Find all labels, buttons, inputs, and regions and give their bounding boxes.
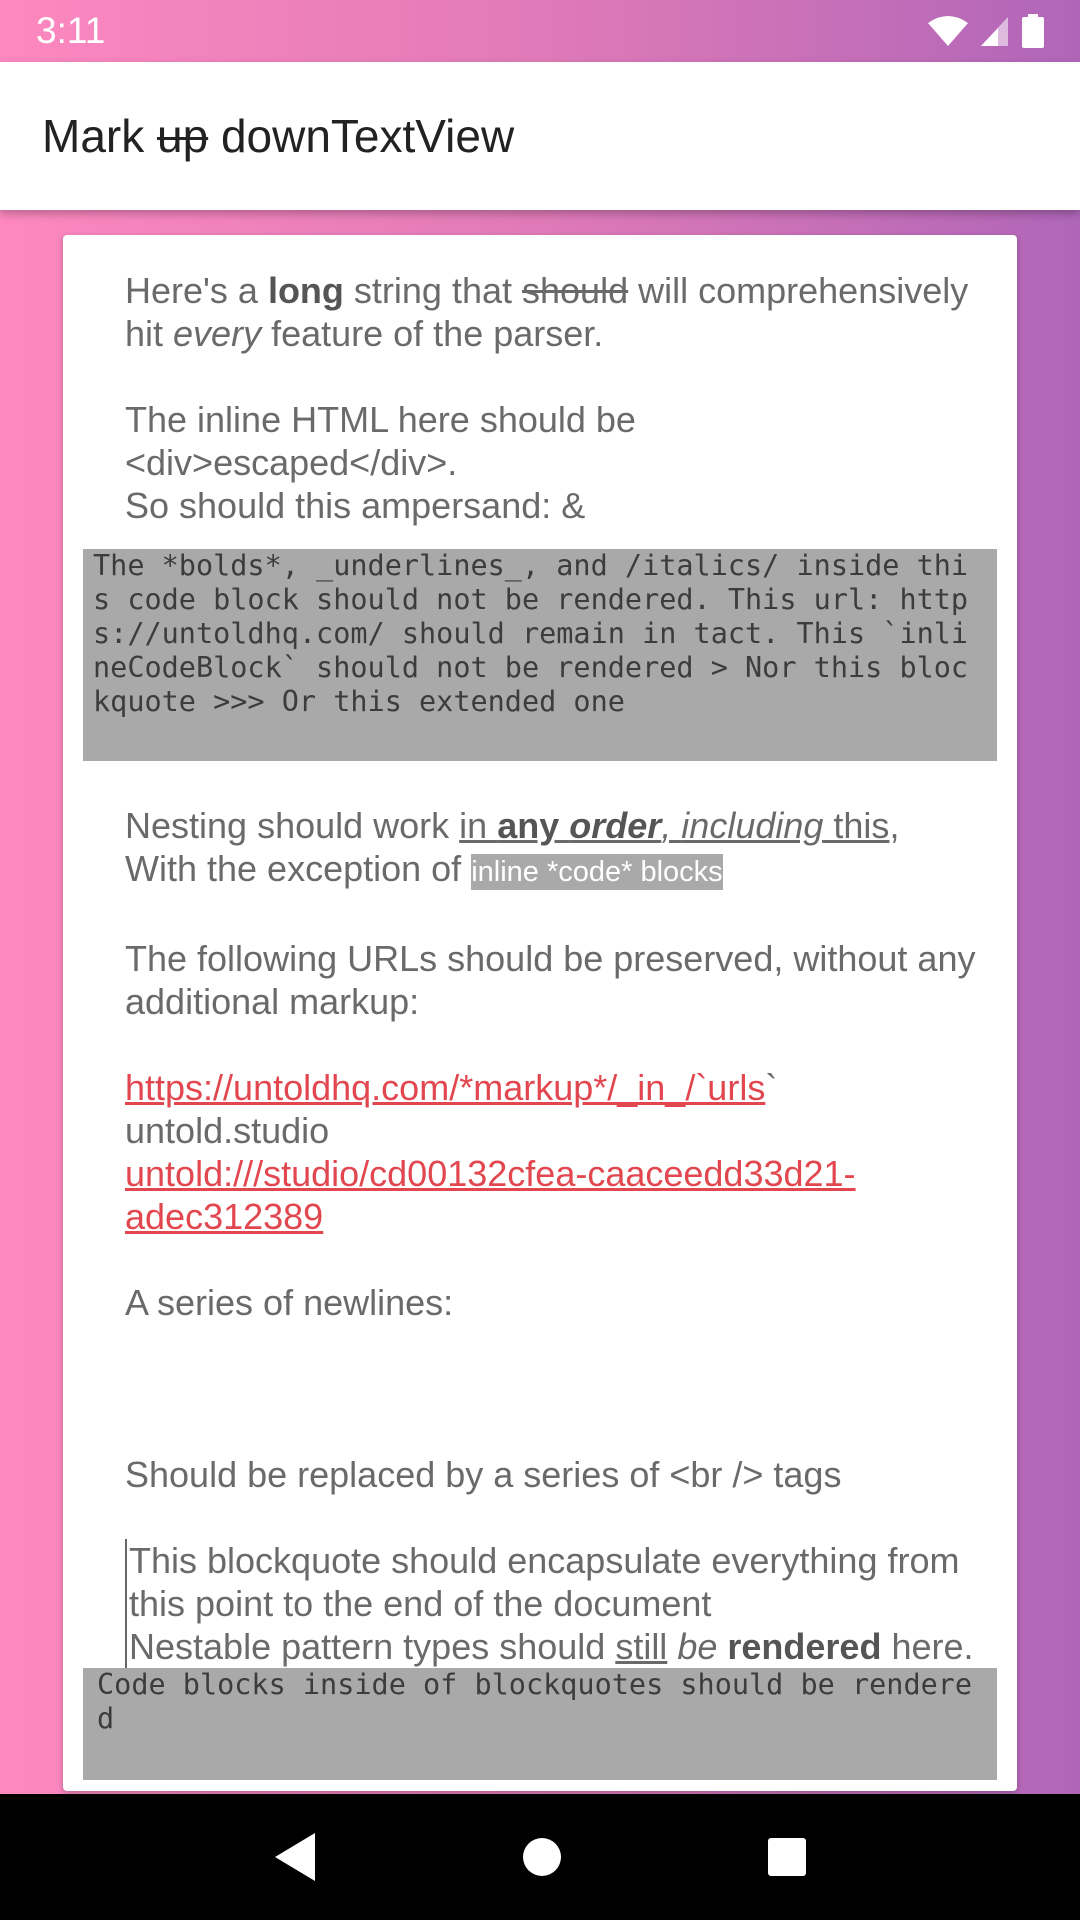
recents-icon[interactable] — [765, 1835, 809, 1879]
app-title-struck: up — [157, 110, 209, 162]
url-link-untoldhq[interactable]: https://untoldhq.com/*markup*/_in_/`urls — [125, 1067, 765, 1108]
url-text-untold-studio: untold.studio — [125, 1110, 330, 1151]
bold-italic-text: order — [569, 805, 662, 846]
status-time: 3:11 — [36, 10, 106, 51]
italic-text: , — [661, 805, 682, 846]
paragraph-newlines: A series of newlines: — [125, 1282, 454, 1323]
blockquote: This blockquote should encapsulate every… — [83, 1539, 997, 1780]
url-link-untold-studio-cont[interactable]: adec312389 — [125, 1196, 323, 1237]
paragraph-br-tags: Should be replaced by a series of <br />… — [125, 1454, 842, 1495]
italic-text: be — [677, 1626, 718, 1667]
text: here. — [881, 1626, 974, 1667]
underlined-span: in any order, including this — [459, 805, 889, 846]
paragraph-intro: Here's a long string that should will co… — [83, 269, 997, 355]
italic-text: including — [681, 805, 824, 846]
blockquote-text: This blockquote should encapsulate every… — [129, 1540, 960, 1624]
text: Nesting should work — [125, 805, 460, 846]
app-bar: Mark up downTextView — [0, 62, 1080, 210]
markdown-content: Here's a long string that should will co… — [63, 235, 1017, 1780]
home-icon[interactable] — [520, 1835, 564, 1879]
status-icons — [928, 14, 1044, 48]
bold-text: rendered — [727, 1626, 882, 1667]
text: Here's a — [125, 270, 268, 311]
code-block: The *bolds*, _underlines_, and /italics/… — [83, 549, 997, 761]
url-link-untold-studio[interactable]: untold:///studio/cd00132cfea-caaceedd33d… — [125, 1153, 856, 1194]
underlined-text: still — [615, 1626, 668, 1667]
text: So should this ampersand: & — [125, 485, 586, 526]
text: feature of the parser. — [261, 313, 604, 354]
blockquote-nested-text: Nestable pattern types should still be r… — [127, 1625, 997, 1668]
markdown-card: Here's a long string that should will co… — [63, 235, 1017, 1791]
text: string that — [343, 270, 523, 311]
paragraph-nesting: Nesting should work in any order, includ… — [83, 804, 997, 894]
strikethrough-text: should — [522, 270, 629, 311]
app-title-part: downTextView — [208, 110, 515, 162]
battery-icon — [1022, 14, 1044, 48]
bold-text: long — [267, 270, 344, 311]
paragraph-urls-intro: The following URLs should be preserved, … — [125, 938, 976, 1022]
text: ` — [765, 1067, 778, 1108]
cell-signal-icon — [981, 17, 1008, 46]
status-bar: 3:11 — [0, 0, 1080, 62]
italic-text: every — [173, 313, 262, 354]
blockquote-code-block: Code blocks inside of blockquotes should… — [83, 1668, 997, 1780]
inline-code: inline *code* blocks — [471, 854, 723, 890]
back-icon[interactable] — [271, 1831, 319, 1883]
text: The inline HTML here should be <div>esca… — [125, 399, 636, 483]
text: Nestable pattern types should — [129, 1626, 616, 1667]
app-title-part: Mark — [42, 110, 157, 162]
url-list: https://untoldhq.com/*markup*/_in_/`urls… — [83, 1066, 997, 1238]
wifi-icon — [928, 16, 968, 46]
bold-text: any — [497, 805, 570, 846]
navigation-bar — [0, 1794, 1080, 1920]
paragraph-html: The inline HTML here should be <div>esca… — [83, 398, 997, 527]
text: this — [823, 805, 890, 846]
app-title: Mark up downTextView — [42, 109, 514, 163]
text: in — [459, 805, 498, 846]
